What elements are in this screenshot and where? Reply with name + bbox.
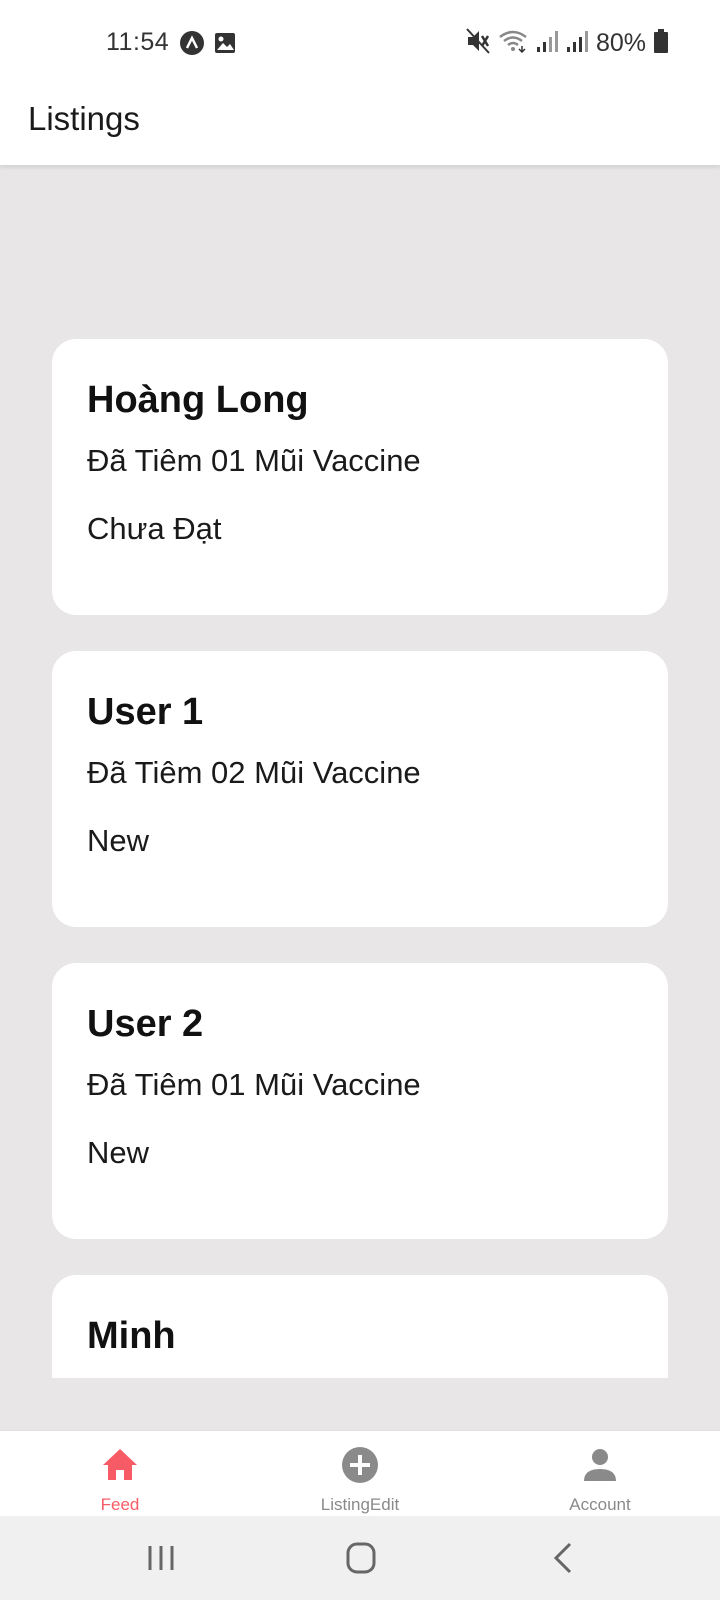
listing-name: Hoàng Long <box>87 379 309 421</box>
listing-card[interactable]: Hoàng Long Đã Tiêm 01 Mũi Vaccine Chưa Đ… <box>52 339 668 615</box>
tab-listing-edit[interactable]: ListingEdit <box>240 1431 480 1517</box>
status-left-icons <box>180 31 236 60</box>
wifi-icon <box>498 29 528 58</box>
listing-name: Minh <box>87 1315 176 1357</box>
listing-status: Chưa Đạt <box>87 511 222 546</box>
listing-card[interactable]: User 1 Đã Tiêm 02 Mũi Vaccine New <box>52 651 668 927</box>
listing-description: Đã Tiêm 01 Mũi Vaccine <box>87 443 421 478</box>
app-header: Listings <box>0 88 720 166</box>
listing-status: New <box>87 823 150 858</box>
battery-percent: 80% <box>595 29 646 57</box>
recent-apps-icon[interactable] <box>131 1536 191 1580</box>
a-circle-icon <box>180 31 204 60</box>
status-bar: 11:54 80% <box>0 0 720 88</box>
status-right-icons: 80% <box>466 28 668 59</box>
tab-label: Feed <box>100 1495 140 1514</box>
listing-status: New <box>87 1135 150 1170</box>
tab-feed[interactable]: Feed <box>0 1431 240 1517</box>
tab-label: ListingEdit <box>320 1495 400 1514</box>
image-icon <box>214 32 236 59</box>
back-icon[interactable] <box>534 1536 594 1580</box>
tab-account[interactable]: Account <box>480 1431 720 1517</box>
listing-name: User 2 <box>87 1003 204 1045</box>
tab-label: Account <box>569 1495 631 1514</box>
signal-icon <box>536 29 558 58</box>
listing-description: Đã Tiêm 02 Mũi Vaccine <box>87 755 421 790</box>
home-icon <box>100 1445 140 1485</box>
home-button-icon[interactable] <box>331 1536 391 1580</box>
signal-icon <box>566 29 588 58</box>
plus-circle-icon <box>340 1445 380 1485</box>
mute-icon <box>466 28 490 59</box>
status-time: 11:54 <box>106 28 170 56</box>
listing-description: Đã Tiêm 01 Mũi Vaccine <box>87 1067 421 1102</box>
page-title: Listings <box>28 100 140 137</box>
battery-icon <box>654 29 668 58</box>
bottom-tab-bar: Feed ListingEdit Account <box>0 1430 720 1516</box>
person-icon <box>580 1445 620 1485</box>
listing-card[interactable]: User 2 Đã Tiêm 01 Mũi Vaccine New <box>52 963 668 1239</box>
listing-name: User 1 <box>87 691 204 733</box>
listing-card[interactable]: Minh <box>52 1275 668 1378</box>
listings-feed[interactable]: Hoàng Long Đã Tiêm 01 Mũi Vaccine Chưa Đ… <box>0 167 720 1378</box>
system-nav-bar <box>0 1516 720 1600</box>
